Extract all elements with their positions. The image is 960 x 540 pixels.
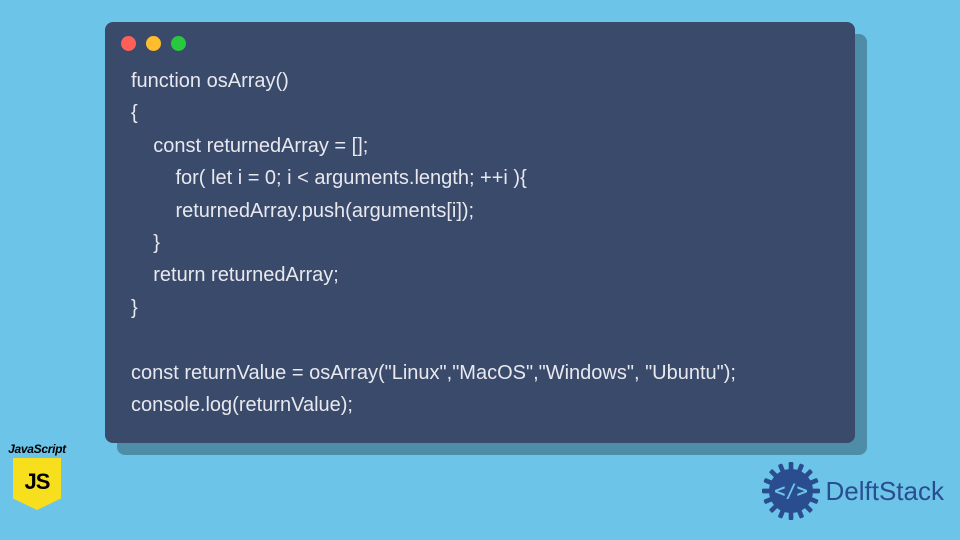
close-icon [121, 36, 136, 51]
brand-name: DelftStack [826, 476, 945, 507]
svg-text:</>: </> [774, 481, 808, 502]
badge-label: JavaScript [6, 442, 68, 456]
delftstack-gear-icon: </> [762, 462, 820, 520]
shield-text: JS [25, 469, 50, 495]
window-titlebar [105, 22, 855, 59]
javascript-badge: JavaScript JS [6, 442, 68, 510]
code-block: function osArray() { const returnedArray… [105, 59, 855, 421]
js-shield-icon: JS [13, 458, 61, 510]
brand-logo-block: </> DelftStack [762, 462, 945, 520]
maximize-icon [171, 36, 186, 51]
code-window: function osArray() { const returnedArray… [105, 22, 855, 443]
minimize-icon [146, 36, 161, 51]
